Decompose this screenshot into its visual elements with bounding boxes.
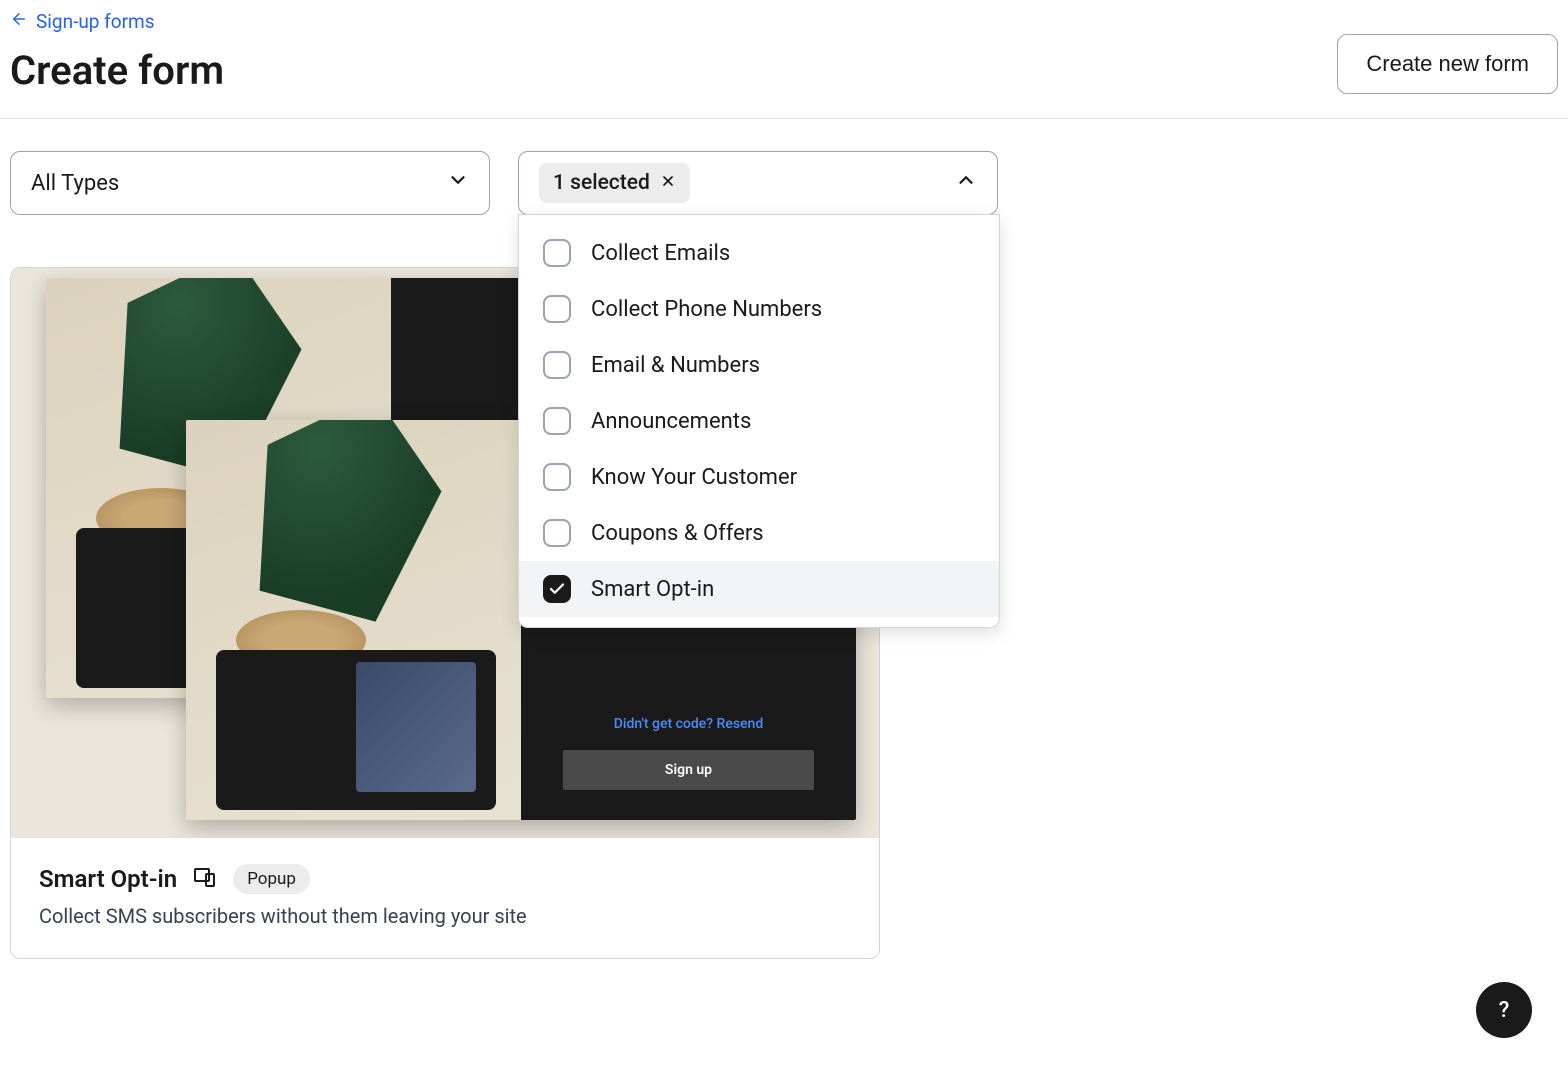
filter-types-label: All Types — [31, 171, 119, 196]
option-label: Smart Opt-in — [591, 577, 714, 602]
checkbox-icon — [543, 519, 571, 547]
card-title: Smart Opt-in — [39, 865, 177, 893]
option-announcements[interactable]: Announcements — [519, 393, 999, 449]
option-label: Know Your Customer — [591, 465, 797, 490]
categories-dropdown-panel: Collect Emails Collect Phone Numbers Ema… — [518, 214, 1000, 628]
chevron-up-icon — [955, 169, 977, 197]
checkbox-icon — [543, 239, 571, 267]
option-coupons-and-offers[interactable]: Coupons & Offers — [519, 505, 999, 561]
create-new-form-button[interactable]: Create new form — [1337, 34, 1558, 94]
checkbox-checked-icon — [543, 575, 571, 603]
breadcrumb-label: Sign-up forms — [36, 10, 155, 33]
option-label: Collect Emails — [591, 241, 730, 266]
option-know-your-customer[interactable]: Know Your Customer — [519, 449, 999, 505]
option-label: Email & Numbers — [591, 353, 760, 378]
option-label: Collect Phone Numbers — [591, 297, 822, 322]
checkbox-icon — [543, 463, 571, 491]
checkbox-icon — [543, 351, 571, 379]
help-icon: ? — [1499, 998, 1510, 1023]
selected-count-chip[interactable]: 1 selected — [539, 163, 690, 203]
chip-label: 1 selected — [553, 171, 650, 195]
resend-link: Didn't get code? Resend — [614, 716, 763, 732]
checkbox-icon — [543, 407, 571, 435]
option-smart-opt-in[interactable]: Smart Opt-in — [519, 561, 999, 617]
checkbox-icon — [543, 295, 571, 323]
option-label: Coupons & Offers — [591, 521, 764, 546]
preview-image — [186, 420, 521, 820]
option-collect-emails[interactable]: Collect Emails — [519, 225, 999, 281]
filter-categories-dropdown[interactable]: 1 selected Collect Emails Collect Phone … — [518, 151, 998, 215]
page-title: Create form — [10, 47, 224, 94]
card-description: Collect SMS subscribers without them lea… — [39, 904, 851, 928]
breadcrumb-signup-forms[interactable]: Sign-up forms — [10, 10, 155, 33]
filter-types-dropdown[interactable]: All Types — [10, 151, 490, 215]
close-icon[interactable] — [660, 171, 676, 195]
signup-button-preview: Sign up — [563, 750, 814, 790]
chevron-down-icon — [447, 169, 469, 197]
option-collect-phone-numbers[interactable]: Collect Phone Numbers — [519, 281, 999, 337]
help-button[interactable]: ? — [1476, 982, 1532, 1038]
option-email-and-numbers[interactable]: Email & Numbers — [519, 337, 999, 393]
option-label: Announcements — [591, 409, 751, 434]
arrow-left-icon — [10, 10, 28, 33]
card-type-badge: Popup — [233, 864, 310, 894]
devices-icon — [193, 865, 217, 893]
